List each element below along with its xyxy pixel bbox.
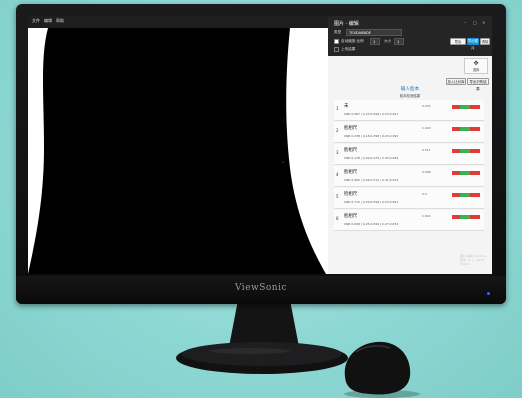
computer-mouse <box>344 341 420 398</box>
